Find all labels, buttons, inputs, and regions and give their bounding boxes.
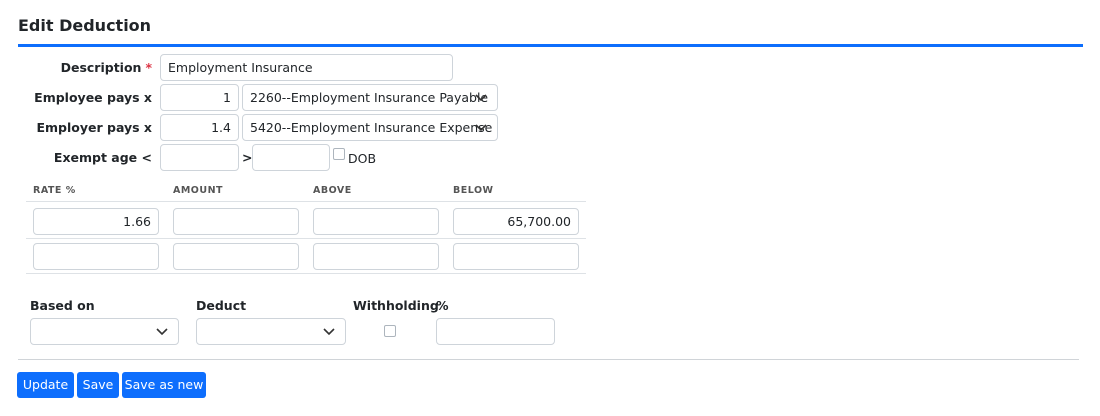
amount-input[interactable]	[173, 208, 299, 235]
table-header-divider	[26, 201, 586, 202]
table-row-divider	[26, 273, 586, 274]
withholding-label: Withholding	[353, 298, 439, 313]
required-marker: *	[145, 60, 152, 75]
save-button[interactable]: Save	[77, 372, 119, 398]
save-as-new-button[interactable]: Save as new	[122, 372, 206, 398]
dob-label: DOB	[348, 151, 377, 166]
column-header-rate: RATE %	[33, 185, 76, 196]
above-input[interactable]	[313, 208, 439, 235]
withholding-checkbox[interactable]	[384, 325, 396, 337]
description-input[interactable]	[160, 54, 453, 81]
based-on-select[interactable]	[30, 318, 179, 345]
deduct-select[interactable]	[196, 318, 346, 345]
footer-divider	[18, 359, 1079, 360]
column-header-amount: AMOUNT	[173, 185, 224, 196]
employer-account-select[interactable]: 5420--Employment Insurance Expense	[242, 114, 498, 141]
percent-input[interactable]	[436, 318, 555, 345]
page-title: Edit Deduction	[18, 16, 152, 35]
above-input[interactable]	[313, 243, 439, 270]
employee-account-value: 2260--Employment Insurance Payable	[250, 90, 489, 105]
amount-input[interactable]	[173, 243, 299, 270]
update-button[interactable]: Update	[17, 372, 74, 398]
table-row-divider	[26, 238, 586, 239]
exempt-age-upper-input[interactable]	[252, 144, 330, 171]
based-on-label: Based on	[30, 298, 95, 313]
deduct-label: Deduct	[196, 298, 247, 313]
rate-input[interactable]	[33, 243, 159, 270]
description-label: Description *	[30, 60, 152, 76]
chevron-down-icon	[323, 328, 335, 336]
exempt-age-label: Exempt age <	[53, 150, 152, 165]
employee-pays-label: Employee pays x	[34, 90, 152, 105]
employee-account-select[interactable]: 2260--Employment Insurance Payable	[242, 84, 498, 111]
dob-checkbox[interactable]	[333, 148, 345, 160]
column-header-below: BELOW	[453, 185, 494, 196]
exempt-age-separator: >	[242, 150, 253, 165]
below-input[interactable]	[453, 208, 579, 235]
rate-input[interactable]	[33, 208, 159, 235]
column-header-above: ABOVE	[313, 185, 352, 196]
chevron-down-icon	[475, 124, 487, 132]
exempt-age-lower-input[interactable]	[160, 144, 239, 171]
below-input[interactable]	[453, 243, 579, 270]
description-label-text: Description	[60, 60, 142, 75]
employer-account-value: 5420--Employment Insurance Expense	[250, 120, 493, 135]
title-underline	[18, 44, 1083, 47]
chevron-down-icon	[156, 328, 168, 336]
chevron-down-icon	[475, 94, 487, 102]
percent-label: %	[436, 298, 449, 313]
employer-pays-input[interactable]	[160, 114, 239, 141]
employer-pays-label: Employer pays x	[36, 120, 152, 135]
employee-pays-input[interactable]	[160, 84, 239, 111]
